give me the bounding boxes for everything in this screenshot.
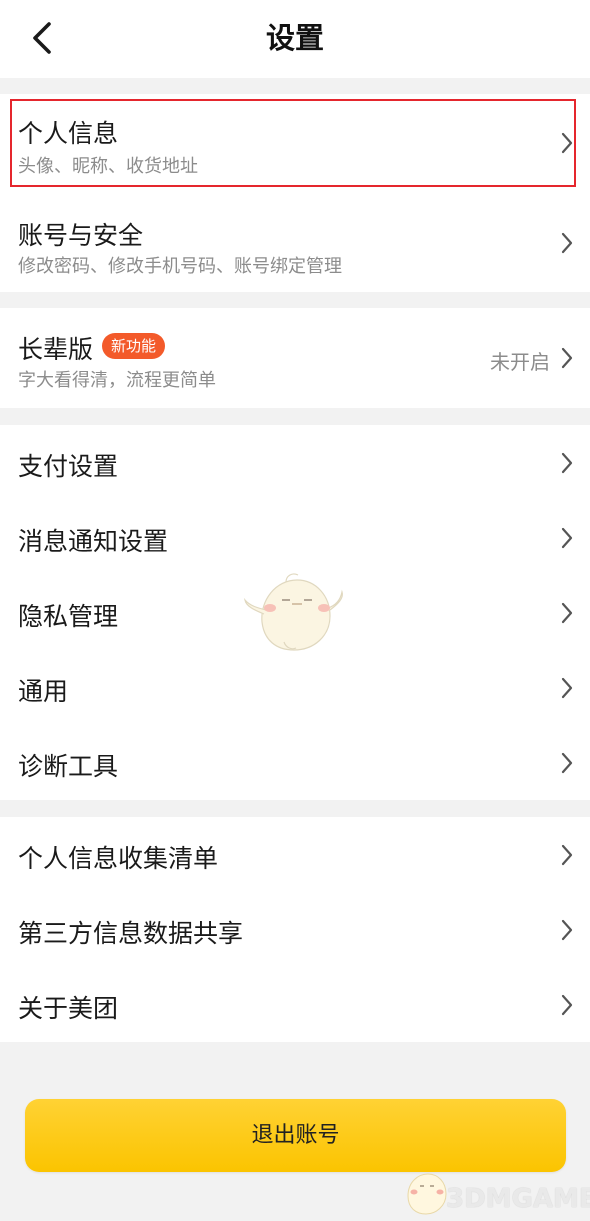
settings-group-account: 个人信息 头像、昵称、收货地址 账号与安全 修改密码、修改手机号码、账号绑定管理 [0,94,590,292]
chevron-right-icon [561,347,573,369]
settings-group-elder: 长辈版 新功能 字大看得清，流程更简单 未开启 [0,308,590,408]
row-title: 账号与安全 [18,221,144,250]
row-title: 通用 [18,677,69,706]
row-about[interactable]: 关于美团 [0,967,590,1042]
chevron-right-icon [561,602,573,624]
new-feature-badge: 新功能 [102,333,166,359]
row-subtitle: 字大看得清，流程更简单 [18,370,216,391]
chevron-right-icon [561,527,573,549]
logout-button[interactable]: 退出账号 [25,1099,566,1172]
chevron-right-icon [561,994,573,1016]
row-title: 长辈版 [18,335,94,364]
chevron-right-icon [561,132,573,154]
row-subtitle: 头像、昵称、收货地址 [18,156,198,177]
chevron-right-icon [561,232,573,254]
row-title: 隐私管理 [18,602,119,631]
row-title: 第三方信息数据共享 [18,919,244,948]
top-bar: 设置 [0,0,590,78]
row-title: 支付设置 [18,452,119,481]
watermark-text: 3DMGAME [446,1184,590,1214]
chevron-right-icon [561,844,573,866]
chevron-right-icon [561,919,573,941]
settings-group-about: 个人信息收集清单 第三方信息数据共享 关于美团 [0,817,590,1042]
duck-mascot-icon [407,1173,447,1215]
row-title: 消息通知设置 [18,527,169,556]
chevron-right-icon [561,452,573,474]
row-general[interactable]: 通用 [0,650,590,725]
row-title: 诊断工具 [18,752,119,781]
chevron-right-icon [561,752,573,774]
row-personal-info-list[interactable]: 个人信息收集清单 [0,817,590,892]
status-text: 未开启 [490,350,550,374]
row-title: 个人信息收集清单 [18,844,219,873]
row-third-party-sharing[interactable]: 第三方信息数据共享 [0,892,590,967]
row-diagnostic-tools[interactable]: 诊断工具 [0,725,590,800]
row-elder-mode[interactable]: 长辈版 新功能 字大看得清，流程更简单 未开启 [0,308,590,408]
row-personal-info[interactable]: 个人信息 头像、昵称、收货地址 [0,94,590,190]
chevron-right-icon [561,677,573,699]
page-title: 设置 [265,21,324,55]
row-title: 关于美团 [18,994,119,1023]
row-payment-settings[interactable]: 支付设置 [0,425,590,500]
duck-mascot-icon [244,573,343,651]
row-account-security[interactable]: 账号与安全 修改密码、修改手机号码、账号绑定管理 [0,194,590,292]
row-notification-settings[interactable]: 消息通知设置 [0,500,590,575]
row-title: 个人信息 [18,119,119,148]
row-subtitle: 修改密码、修改手机号码、账号绑定管理 [18,256,342,277]
